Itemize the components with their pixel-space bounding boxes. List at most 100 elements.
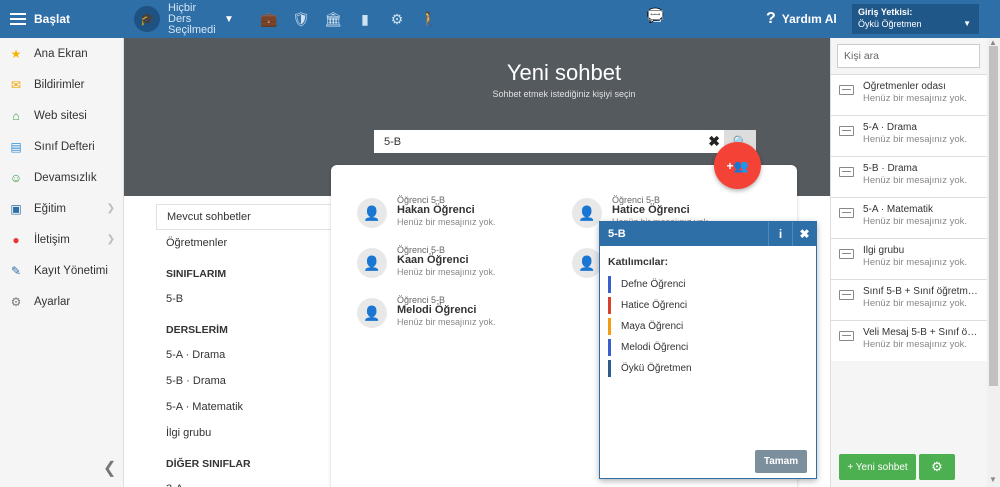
info-icon[interactable]: i [768,222,792,246]
page-subtitle: Sohbet etmek istediğiniz kişiyi seçin [492,89,636,99]
chat-subtitle: Henüz bir mesajınız yok. [863,134,968,145]
gear-icon: ⚙ [931,459,943,474]
contact-message: Henüz bir mesajınız yok. [397,217,496,227]
sidebar-item-label: Web sitesi [34,109,87,122]
chat-list-item[interactable]: 5-A · Drama Henüz bir mesajınız yok. [831,115,987,156]
question-icon: ? [766,10,776,27]
chevron-down-icon: ▼ [963,19,971,28]
sidebar-item-label: Bildirimler [34,78,85,91]
chat-subtitle: Henüz bir mesajınız yok. [863,93,968,104]
participant-item: Öykü Öğretmen [608,358,816,379]
bank-icon[interactable]: 🏛 [318,0,348,38]
add-group-button[interactable]: +👥 [714,142,761,189]
sidebar-item[interactable]: ● İletişim ❯ [0,224,123,255]
sidebar-item[interactable]: ✎ Kayıt Yönetimi [0,255,123,286]
sidebar-item-label: Ana Ekran [34,47,88,60]
chat-list-item[interactable]: 5-B · Drama Henüz bir mesajınız yok. [831,156,987,197]
chat-list-item[interactable]: 5-A · Matematik Henüz bir mesajınız yok. [831,197,987,238]
module-icons: 💼 🛡 🏛 ▮ ⚙ 🚶 [254,0,446,38]
shield-icon[interactable]: 🛡 [286,0,316,38]
contact-item[interactable]: 👤 Öğrenci 5-B Melodi Öğrenci Henüz bir m… [357,295,547,335]
sidebar-item[interactable]: ⌂ Web sitesi [0,100,123,131]
sidebar-item[interactable]: ▤ Sınıf Defteri [0,131,123,162]
dialog-header: 5-B i ✖ [600,222,816,246]
briefcase-icon[interactable]: 💼 [254,0,284,38]
sidebar-item[interactable]: ⚙ Ayarlar [0,286,123,317]
contact-item[interactable]: 👤 Öğrenci 5-B Hakan Öğrenci Henüz bir me… [357,195,547,235]
mail-icon[interactable]: ✉ [648,7,663,23]
chat-list-item[interactable]: Veli Mesaj 5-B + Sınıf öğretmeniHenüz bi… [831,320,987,361]
nav-current-chats[interactable]: Mevcut sohbetler [156,204,332,230]
chat-title: Öğretmenler odası [863,81,946,92]
help-button[interactable]: ? Yardım Al [766,0,837,38]
gear-icon: ⚙ [10,294,22,309]
nav-teachers[interactable]: Öğretmenler [156,230,332,256]
top-bar: Başlat 🎓 Hiçbir Ders Seçilmedi ▼ 💼 🛡 🏛 ▮… [0,0,1000,38]
auth-selector[interactable]: Giriş Yetkisi: Öykü Öğretmen ▼ [852,4,979,34]
contact-search-input[interactable]: Kişi ara [837,44,980,68]
compass-icon[interactable]: ⚙ [382,0,412,38]
group-info-dialog: 5-B i ✖ Katılımcılar: Defne Öğrenci Hatic… [599,221,817,479]
sidebar-item[interactable]: ✉ Bildirimler [0,69,123,100]
search-input[interactable]: 5-B ✖ 🔍 [374,130,756,153]
nav-course[interactable]: 5-A · Drama [156,342,332,368]
sidebar-item[interactable]: ★ Ana Ekran [0,38,123,69]
message-icon [839,126,854,136]
chevron-right-icon: ❯ [106,203,115,214]
dialog-title: 5-B [608,228,626,240]
bar-chart-icon[interactable]: ▮ [350,0,380,38]
sidebar-item[interactable]: ▣ Eğitim ❯ [0,193,123,224]
nav-course[interactable]: 5-A · Matematik [156,394,332,420]
scroll-down-icon[interactable]: ▼ [989,475,997,484]
chat-title: İlgi grubu [863,245,905,256]
scrollbar[interactable]: ▲ ▼ [987,38,1000,487]
sidebar-item-label: Sınıf Defteri [34,140,95,153]
participant-name: Hatice Öğrenci [621,300,688,311]
chat-subtitle: Henüz bir mesajınız yok. [863,175,968,186]
contact-name: Hatice Öğrenci [612,204,690,216]
message-icon [839,208,854,218]
walking-icon[interactable]: 🚶 [414,0,444,38]
ok-button[interactable]: Tamam [755,450,807,473]
chat-list-item[interactable]: İlgi grubu Henüz bir mesajınız yok. [831,238,987,279]
chat-title: 5-A · Matematik [863,204,934,215]
menu-button[interactable]: Başlat [0,0,124,38]
participant-color-bar [608,339,611,356]
page-title: Yeni sohbet [506,60,622,85]
chat-list-item[interactable]: Sınıf 5-B + Sınıf öğretmeni Henüz bir mes… [831,279,987,320]
avatar: 👤 [357,198,387,228]
sidebar-item[interactable]: ☺ Devamsızlık [0,162,123,193]
clear-icon[interactable]: ✖ [708,133,720,150]
course-selector-label: Hiçbir Ders Seçilmedi [168,1,216,36]
new-chat-button[interactable]: + Yeni sohbet [839,454,916,480]
chevron-right-icon: ❯ [106,234,115,245]
message-icon [839,249,854,259]
chevron-down-icon: ▼ [224,13,234,25]
course-selector[interactable]: 🎓 Hiçbir Ders Seçilmedi ▼ [134,1,234,36]
contact-message: Henüz bir mesajınız yok. [397,267,496,277]
chat-list-item[interactable]: Öğretmenler odası Henüz bir mesajınız yok… [831,74,987,115]
contact-item[interactable]: 👤 Öğrenci 5-B Kaan Öğrenci Henüz bir mes… [357,245,547,285]
close-icon[interactable]: ✖ [792,222,816,246]
message-icon [839,85,854,95]
chat-title: Sınıf 5-B + Sınıf öğretmeni [863,286,981,297]
collapse-sidebar-icon[interactable]: ❮ [103,458,116,478]
nav-class[interactable]: 5-B [156,286,332,312]
auth-value: Öykü Öğretmen [858,19,922,29]
scrollbar-thumb[interactable] [989,46,998,386]
avatar: 👤 [357,248,387,278]
nav-course[interactable]: İlgi grubu [156,420,332,446]
participant-color-bar [608,360,611,377]
contact-name: Hakan Öğrenci [397,204,475,216]
chat-subtitle: Henüz bir mesajınız yok. [863,216,968,227]
nav-other-class[interactable]: 3-A [156,476,332,487]
avatar: 👤 [572,198,602,228]
chat-list-panel: Kişi ara Öğretmenler odası Henüz bir mesa… [830,38,987,487]
sidebar-item-label: İletişim [34,233,70,246]
chat-title: 5-A · Drama [863,122,917,133]
settings-button[interactable]: ⚙ [919,454,955,480]
person-icon: ☺ [9,170,23,185]
pen-icon: ✎ [10,263,22,278]
nav-course[interactable]: 5-B · Drama [156,368,332,394]
nav-heading-courses: DERSLERİM [166,324,228,336]
